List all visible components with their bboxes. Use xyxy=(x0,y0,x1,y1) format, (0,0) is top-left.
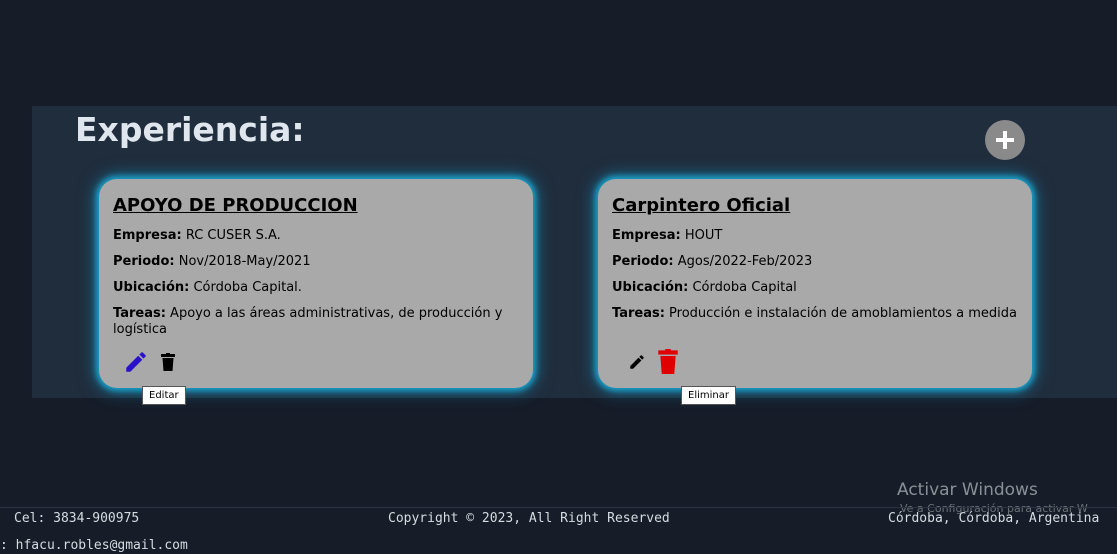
period-label: Periodo: xyxy=(113,254,175,269)
location-label: Ubicación: xyxy=(113,280,190,295)
card-actions xyxy=(628,349,678,374)
delete-button[interactable] xyxy=(161,353,175,371)
tasks-label: Tareas: xyxy=(612,306,665,321)
company-value: HOUT xyxy=(684,228,723,243)
footer-divider xyxy=(0,507,1117,508)
footer-email[interactable]: : hfacu.robles@gmail.com xyxy=(0,538,188,553)
trash-icon xyxy=(161,353,175,371)
card-title: APOYO DE PRODUCCION xyxy=(113,195,358,216)
footer-copyright: Copyright © 2023, All Right Reserved xyxy=(388,511,670,526)
trash-icon xyxy=(658,349,678,374)
footer-location: Córdoba, Córdoba, Argentina xyxy=(888,511,1100,526)
company-field: Empresa: HOUT xyxy=(612,228,1018,244)
location-value: Córdoba Capital. xyxy=(193,280,302,295)
location-value: Córdoba Capital xyxy=(692,280,797,295)
card-title: Carpintero Oficial xyxy=(612,195,791,216)
edit-button[interactable] xyxy=(123,349,149,375)
edit-button[interactable] xyxy=(628,353,646,371)
location-label: Ubicación: xyxy=(612,280,689,295)
location-field: Ubicación: Córdoba Capital. xyxy=(113,280,519,296)
period-field: Periodo: Agos/2022-Feb/2023 xyxy=(612,254,1018,270)
company-value: RC CUSER S.A. xyxy=(185,228,281,243)
tasks-value: Producción e instalación de amoblamiento… xyxy=(669,306,1017,321)
tasks-label: Tareas: xyxy=(113,306,166,321)
footer-phone: Cel: 3834-900975 xyxy=(14,511,140,526)
period-field: Periodo: Nov/2018-May/2021 xyxy=(113,254,519,270)
experience-card: Carpintero Oficial Empresa: HOUT Periodo… xyxy=(598,179,1032,388)
company-label: Empresa: xyxy=(113,228,182,243)
section-title: Experiencia: xyxy=(75,110,305,149)
location-field: Ubicación: Córdoba Capital xyxy=(612,280,1018,296)
add-experience-button[interactable] xyxy=(985,120,1025,160)
delete-button[interactable] xyxy=(658,349,678,374)
tasks-value: Apoyo a las áreas administrativas, de pr… xyxy=(113,306,503,337)
period-value: Agos/2022-Feb/2023 xyxy=(677,254,813,269)
period-label: Periodo: xyxy=(612,254,674,269)
tasks-field: Tareas: Apoyo a las áreas administrativa… xyxy=(113,306,519,338)
experience-section: Experiencia: APOYO DE PRODUCCION Empresa… xyxy=(32,106,1117,398)
pencil-icon xyxy=(630,354,644,369)
pencil-icon xyxy=(126,352,146,372)
card-actions xyxy=(123,349,175,375)
tasks-field: Tareas: Producción e instalación de amob… xyxy=(612,306,1018,322)
experience-card: APOYO DE PRODUCCION Empresa: RC CUSER S.… xyxy=(99,179,533,388)
edit-tooltip: Editar xyxy=(142,386,186,405)
period-value: Nov/2018-May/2021 xyxy=(178,254,311,269)
delete-tooltip: Eliminar xyxy=(681,386,736,405)
company-field: Empresa: RC CUSER S.A. xyxy=(113,228,519,244)
company-label: Empresa: xyxy=(612,228,681,243)
plus-icon xyxy=(996,131,1014,149)
activate-windows-title: Activar Windows xyxy=(897,480,1038,500)
